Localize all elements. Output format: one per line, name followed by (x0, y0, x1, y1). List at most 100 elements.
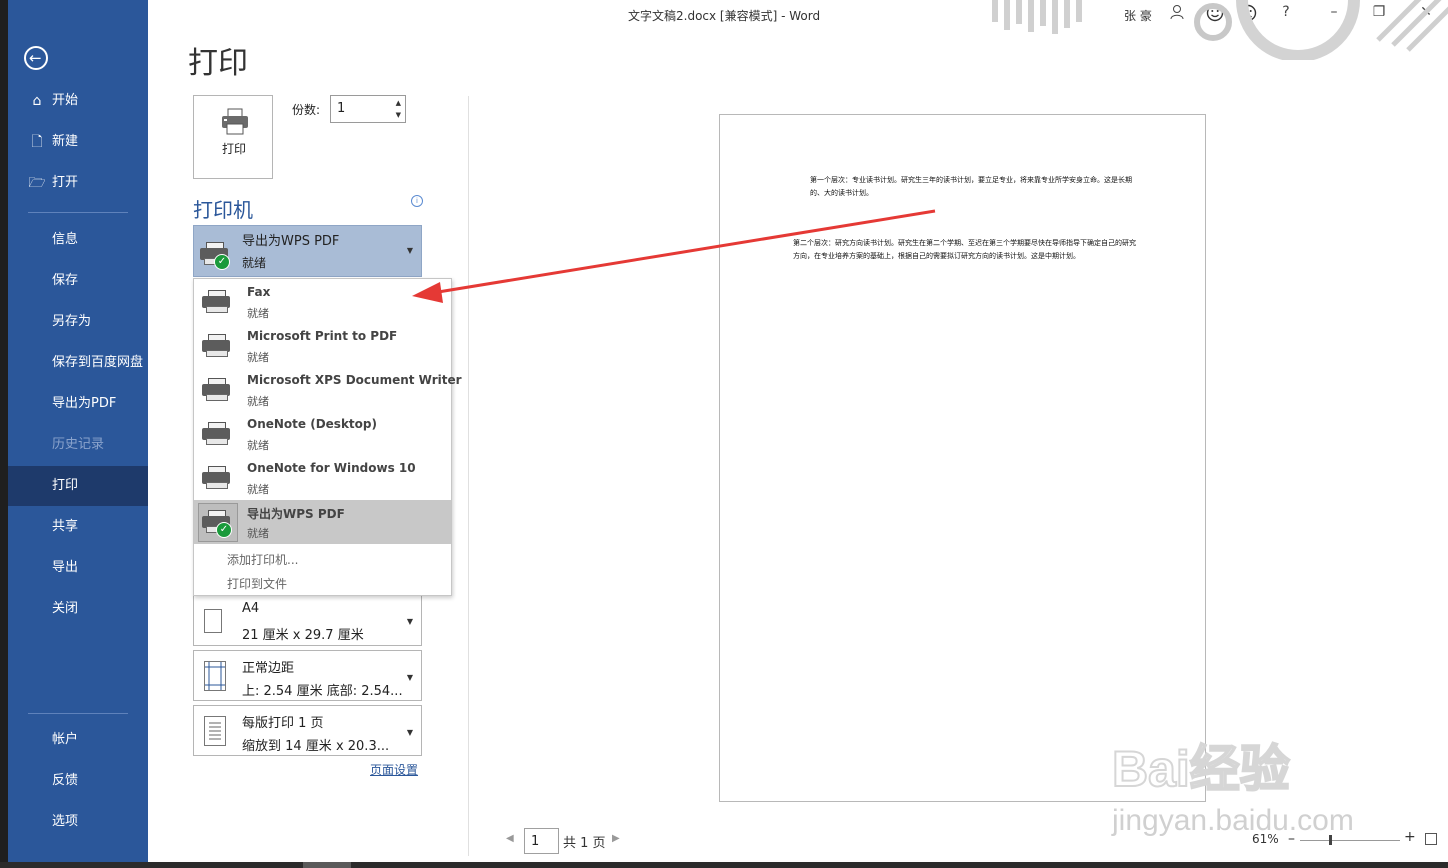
printer-dropdown[interactable]: ✓ 导出为WPS PDF 就绪 ▼ (193, 225, 422, 277)
sidebar-item-export[interactable]: 导出 (8, 548, 148, 588)
sidebar-item-label: 选项 (52, 814, 79, 829)
panel-divider (468, 96, 469, 856)
sidebar-item-label: 新建 (52, 134, 79, 149)
sidebar-item-label: 帐户 (52, 732, 79, 747)
zoom-to-page-icon[interactable] (1425, 833, 1437, 845)
paper-icon (204, 609, 222, 633)
printer-icon (202, 466, 232, 492)
selected-printer-name: 导出为WPS PDF (242, 234, 340, 249)
watermark-url: jingyan.baidu.com (1111, 804, 1354, 837)
sidebar-item-info[interactable]: 信息 (8, 220, 148, 260)
sidebar-item-close[interactable]: 关闭 (8, 589, 148, 629)
sidebar-item-new[interactable]: 🗋 新建 (8, 122, 148, 162)
back-arrow-icon[interactable]: ← (24, 46, 48, 70)
printer-ready-icon: ✓ (200, 242, 230, 270)
printer-icon (202, 378, 232, 404)
printer-option-status: 就绪 (247, 395, 269, 408)
page-number-value: 1 (531, 834, 540, 849)
page-title: 打印 (188, 46, 248, 81)
backstage-sidebar: ← ⌂ 开始 🗋 新建 🗁 打开 信息 保存 另存为 保存到百度网盘 导出为PD… (8, 0, 148, 862)
printer-option-name: OneNote for Windows 10 (247, 461, 416, 475)
selected-printer-status: 就绪 (242, 256, 267, 270)
user-avatar-icon[interactable] (1165, 4, 1189, 26)
sidebar-item-label: 历史记录 (52, 437, 105, 452)
sidebar-item-label: 另存为 (52, 314, 92, 329)
sidebar-item-label: 信息 (52, 232, 79, 247)
sidebar-item-print[interactable]: 打印 (8, 466, 148, 506)
pages-per-sheet-dropdown[interactable]: 每版打印 1 页 缩放到 14 厘米 x 20.3... ▼ (193, 705, 422, 756)
zoom-slider-thumb[interactable] (1329, 835, 1332, 845)
zoom-in-icon[interactable]: + (1404, 829, 1416, 845)
taskbar-active-item[interactable] (303, 862, 351, 868)
sidebar-item-save-as[interactable]: 另存为 (8, 302, 148, 342)
sidebar-item-label: 打开 (52, 175, 79, 190)
page-number-input[interactable]: 1 (524, 828, 559, 854)
sidebar-item-open[interactable]: 🗁 打开 (8, 163, 148, 203)
margins-dropdown[interactable]: 正常边距 上: 2.54 厘米 底部: 2.54... ▼ (193, 650, 422, 701)
stepper-down-icon[interactable]: ▼ (396, 111, 401, 119)
printer-option-status: 就绪 (247, 483, 269, 496)
user-name[interactable]: 张 豪 (1124, 7, 1152, 24)
close-icon[interactable]: ✕ (1414, 4, 1438, 26)
pages-per-sheet-scale: 缩放到 14 厘米 x 20.3... (242, 739, 390, 754)
sidebar-item-export-pdf[interactable]: 导出为PDF (8, 384, 148, 424)
sidebar-item-label: 保存 (52, 273, 79, 288)
sidebar-item-label: 开始 (52, 93, 79, 108)
page-total: 共 1 页 (563, 836, 606, 851)
printer-option-wps-pdf[interactable]: ✓ 导出为WPS PDF 就绪 (194, 500, 451, 544)
margins-name: 正常边距 (242, 661, 295, 676)
help-icon[interactable]: ? (1274, 4, 1298, 26)
printer-option-name: 导出为WPS PDF (247, 507, 345, 521)
zoom-slider[interactable] (1300, 840, 1400, 841)
previous-page-icon[interactable]: ◀ (506, 833, 514, 844)
pages-per-sheet-icon (204, 716, 226, 746)
sidebar-item-save-baidu[interactable]: 保存到百度网盘 (8, 343, 148, 383)
sidebar-item-share[interactable]: 共享 (8, 507, 148, 547)
printer-option-status: 就绪 (247, 439, 269, 452)
printer-option-ms-pdf[interactable]: Microsoft Print to PDF 就绪 (194, 324, 451, 368)
frown-feedback-icon[interactable] (1236, 4, 1260, 26)
sidebar-item-feedback[interactable]: 反馈 (8, 761, 148, 801)
printer-option-status: 就绪 (247, 307, 269, 320)
margins-detail: 上: 2.54 厘米 底部: 2.54... (242, 684, 403, 699)
printer-option-xps[interactable]: Microsoft XPS Document Writer 就绪 (194, 368, 462, 412)
printer-section-heading: 打印机 (193, 198, 253, 222)
printer-menu: Fax 就绪 Microsoft Print to PDF 就绪 Microso… (193, 278, 462, 596)
printer-icon (202, 334, 232, 360)
copies-stepper[interactable]: 1 ▲ ▼ (330, 95, 406, 123)
zoom-level[interactable]: 61% (1252, 832, 1279, 846)
info-icon[interactable]: i (411, 195, 423, 207)
print-button[interactable]: 打印 (193, 95, 273, 179)
home-icon: ⌂ (32, 93, 42, 109)
print-button-label: 打印 (221, 142, 246, 156)
page-setup-link[interactable]: 页面设置 (370, 761, 418, 778)
chevron-down-icon: ▼ (406, 246, 413, 255)
sidebar-item-history: 历史记录 (8, 425, 148, 465)
next-page-icon[interactable]: ▶ (612, 833, 620, 844)
sidebar-item-home[interactable]: ⌂ 开始 (8, 81, 148, 121)
printer-icon (222, 108, 248, 135)
paper-size-dims: 21 厘米 x 29.7 厘米 (242, 628, 364, 643)
smile-feedback-icon[interactable] (1203, 4, 1227, 26)
printer-option-onenote-desktop[interactable]: OneNote (Desktop) 就绪 (194, 412, 451, 456)
new-document-icon: 🗋 (31, 134, 43, 150)
sidebar-item-save[interactable]: 保存 (8, 261, 148, 301)
sidebar-item-label: 导出为PDF (52, 396, 117, 411)
margins-icon (204, 661, 226, 691)
zoom-out-icon[interactable]: – (1288, 831, 1295, 847)
restore-icon[interactable]: ❐ (1367, 4, 1391, 26)
copies-value: 1 (337, 101, 346, 116)
sidebar-item-label: 打印 (52, 478, 79, 493)
chevron-down-icon: ▼ (406, 617, 413, 626)
printer-option-fax[interactable]: Fax 就绪 (194, 280, 451, 324)
sidebar-item-options[interactable]: 选项 (8, 802, 148, 842)
sidebar-item-account[interactable]: 帐户 (8, 720, 148, 760)
sidebar-item-label: 保存到百度网盘 (52, 355, 144, 370)
printer-option-onenote-win10[interactable]: OneNote for Windows 10 就绪 (194, 456, 451, 500)
paper-size-dropdown[interactable]: A4 21 厘米 x 29.7 厘米 ▼ (193, 590, 422, 646)
print-to-file-link[interactable]: 打印到文件 (227, 575, 287, 592)
stepper-up-icon[interactable]: ▲ (396, 99, 401, 107)
add-printer-link[interactable]: 添加打印机... (227, 551, 298, 568)
chevron-down-icon: ▼ (406, 728, 413, 737)
minimize-icon[interactable]: – (1322, 4, 1346, 26)
